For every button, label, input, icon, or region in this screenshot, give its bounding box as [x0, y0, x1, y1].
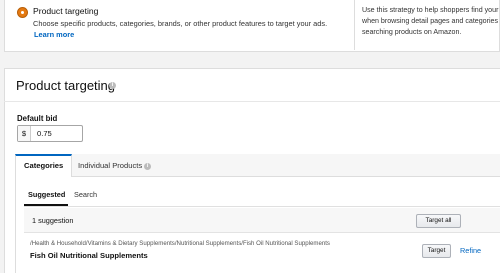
targeting-tabs: Categoriesi Individual Productsi — [15, 154, 500, 190]
targeting-option-card: Product targeting Choose specific produc… — [4, 0, 500, 52]
panel-title: Product targeting — [16, 78, 116, 93]
learn-more-link[interactable]: Learn more — [34, 30, 74, 39]
tab-label: Individual Products — [78, 161, 143, 170]
option-description: Choose specific products, categories, br… — [33, 19, 328, 28]
default-bid-input[interactable] — [32, 126, 82, 141]
default-bid-label: Default bid — [17, 114, 58, 123]
suggestions-header: 1 suggestion Target all — [24, 208, 500, 233]
option-title: Product targeting — [33, 6, 99, 16]
category-name: Fish Oil Nutritional Supplements — [30, 251, 148, 260]
subtab-search[interactable]: Search — [74, 190, 97, 199]
radio-selected-icon[interactable] — [17, 7, 28, 18]
divider — [24, 206, 500, 207]
strategy-line: searching products on Amazon. — [362, 28, 462, 36]
info-icon[interactable]: i — [144, 162, 152, 170]
strategy-description: Use this strategy to help shoppers find … — [362, 5, 500, 38]
tab-label: Categories — [24, 161, 64, 170]
divider — [4, 101, 500, 102]
list-item: /Health & Household/Vitamins & Dietary S… — [24, 235, 500, 273]
strategy-line: Use this strategy to help shoppers find … — [362, 6, 500, 14]
info-icon[interactable]: i — [109, 82, 116, 89]
default-bid-field[interactable]: $ — [17, 125, 83, 142]
strategy-line: when browsing detail pages and categorie… — [362, 17, 500, 25]
tab-individual-products[interactable]: Individual Products i — [78, 154, 168, 177]
tab-categories[interactable]: Categoriesi — [15, 154, 72, 190]
subtab-suggested[interactable]: Suggested — [28, 190, 65, 199]
category-path: /Health & Household/Vitamins & Dietary S… — [30, 240, 330, 247]
currency-prefix: $ — [18, 126, 31, 141]
target-button[interactable]: Target — [422, 244, 451, 258]
divider — [354, 0, 355, 50]
target-all-button[interactable]: Target all — [416, 214, 461, 228]
suggestion-count: 1 suggestion — [32, 216, 74, 225]
refine-link[interactable]: Refine — [460, 246, 481, 255]
